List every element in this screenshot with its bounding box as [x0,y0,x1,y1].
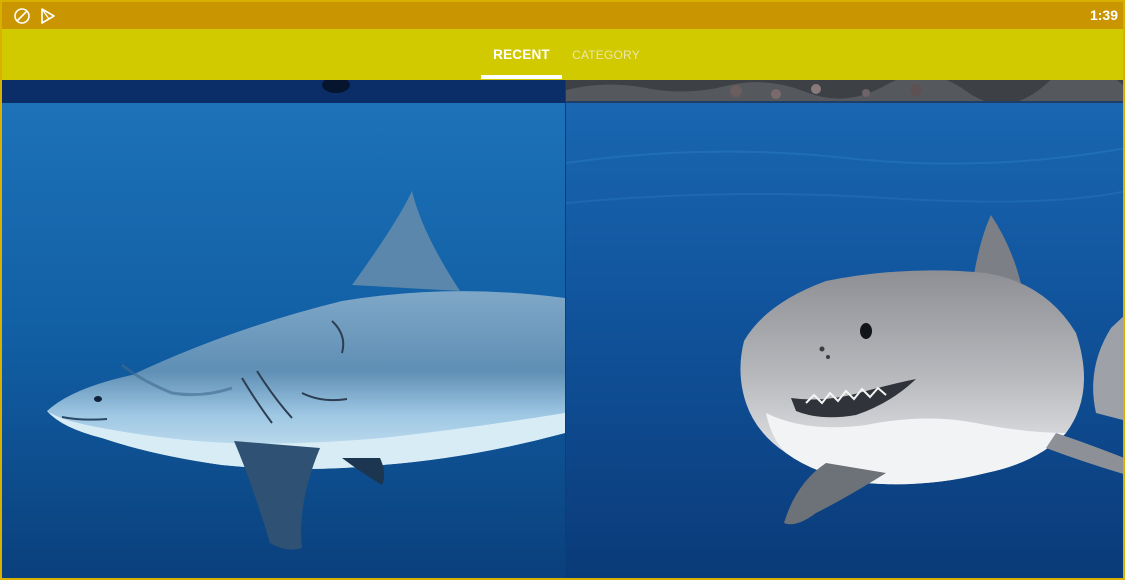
wallpaper-tile-shark-right[interactable] [566,103,1123,578]
play-store-icon [39,7,57,25]
wallpaper-tile-shark-left[interactable] [2,103,565,578]
status-time: 1:39 [1089,7,1118,23]
status-bar: 1:39 [2,2,1123,29]
app-window: 1:39 RECENT CATEGORY [0,0,1125,580]
wallpaper-tile-top-left[interactable] [2,80,565,103]
screen-rotation-icon [13,7,31,25]
selected-tab-indicator [481,75,562,79]
tab-recent[interactable]: RECENT [481,29,562,80]
wallpaper-grid [2,80,1123,578]
tab-category[interactable]: CATEGORY [565,29,647,80]
wallpaper-tile-top-right[interactable] [566,80,1123,103]
tab-toolbar: RECENT CATEGORY [2,29,1123,80]
